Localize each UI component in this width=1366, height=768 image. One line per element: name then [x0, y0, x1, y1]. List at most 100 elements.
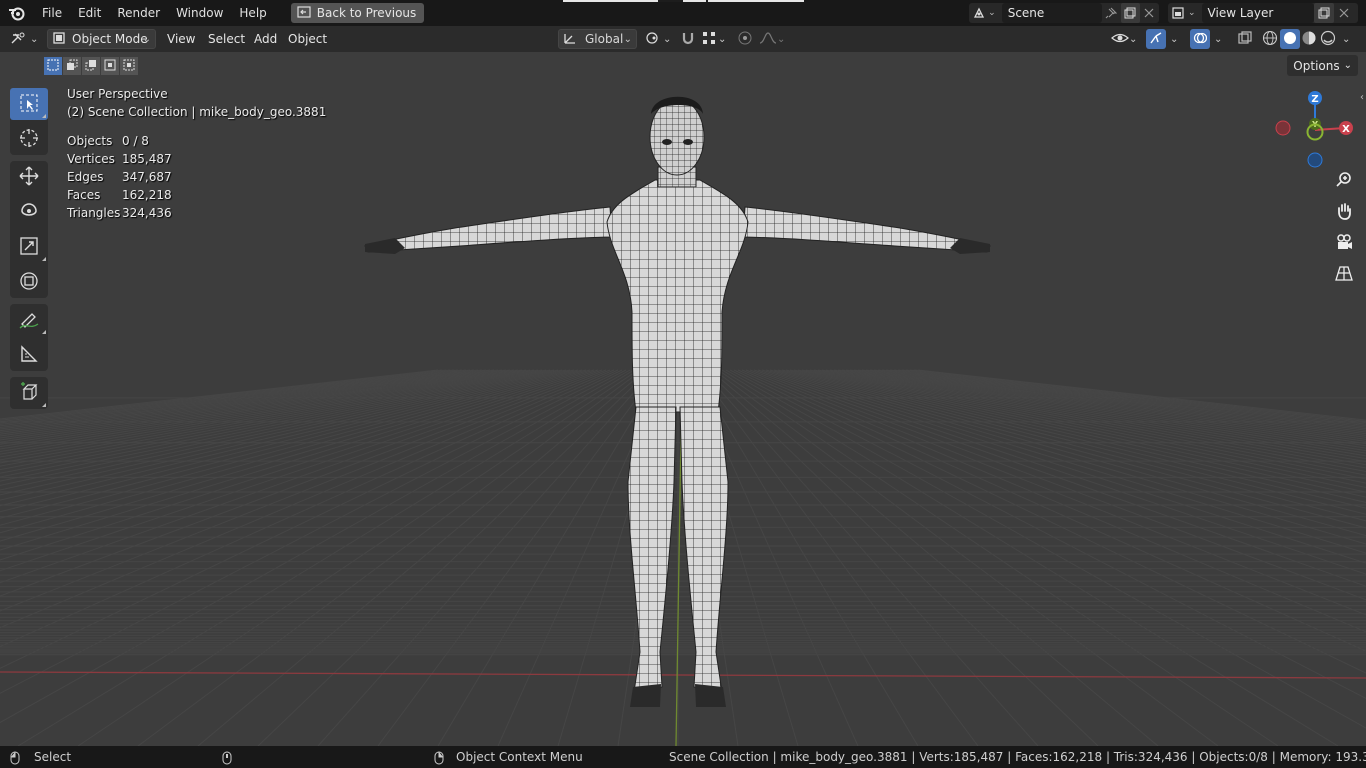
header-menu-view[interactable]: View [167, 26, 195, 52]
menu-window[interactable]: Window [168, 0, 231, 26]
viewport-grid [0, 96, 1366, 746]
stat-row: Triangles 324,436 [67, 204, 172, 222]
workspace-tabs-indicator[interactable] [563, 0, 804, 2]
grid-line [0, 369, 503, 448]
header-menu-object[interactable]: Object [288, 26, 327, 52]
scale-icon [18, 235, 40, 260]
chevron-down-icon[interactable]: ⌄ [1342, 29, 1350, 49]
close-scene-icon[interactable] [1140, 3, 1159, 23]
select-extend-mode[interactable] [63, 57, 81, 75]
chevron-down-icon: ⌄ [663, 33, 672, 45]
solid-sphere-icon [1283, 31, 1297, 48]
gizmo-neg-z[interactable] [1307, 152, 1323, 168]
select-invert-mode[interactable] [101, 57, 119, 75]
select-intersect-mode[interactable] [120, 57, 138, 75]
xray-toggle[interactable] [1237, 29, 1253, 49]
grid-line [697, 369, 979, 746]
wireframe-sphere-icon [1262, 30, 1278, 49]
grid-line [137, 369, 643, 746]
back-to-previous-button[interactable]: Back to Previous [290, 3, 425, 23]
stat-value: 185,487 [122, 152, 172, 166]
editor-type-selector[interactable]: ⌄ [10, 29, 38, 49]
status-context-menu: Object Context Menu [456, 750, 583, 764]
tool-variant-corner [42, 403, 46, 407]
object-mode-icon [52, 31, 66, 48]
proportional-falloff-selector[interactable]: ⌄ [759, 29, 785, 49]
chevron-down-icon[interactable]: ⌄ [1170, 29, 1178, 49]
chevron-down-icon[interactable]: ⌄ [1214, 29, 1222, 49]
cursor-tool[interactable] [10, 123, 48, 155]
header-menu-add[interactable]: Add [254, 26, 277, 52]
chevron-down-icon: ⌄ [623, 33, 632, 45]
x-axis-line [0, 671, 1366, 679]
menu-render[interactable]: Render [109, 0, 168, 26]
transform-tool[interactable] [10, 266, 48, 298]
header-menu-select[interactable]: Select [208, 26, 245, 52]
scene-name-field[interactable]: Scene [1001, 3, 1102, 23]
proportional-edit-toggle[interactable] [737, 29, 753, 49]
navigation-gizmo[interactable]: Z Y X [1270, 82, 1360, 172]
menu-file[interactable]: File [34, 0, 70, 26]
gizmo-toggle[interactable] [1146, 29, 1166, 49]
mode-label: Object Mode [72, 32, 148, 46]
annotate-tool[interactable] [10, 304, 48, 336]
rotate-tool[interactable] [10, 196, 48, 228]
options-dropdown[interactable]: Options ⌄ [1287, 55, 1358, 76]
view-layer-name-field[interactable]: View Layer [1201, 3, 1314, 23]
shading-solid[interactable] [1280, 29, 1300, 49]
menu-help[interactable]: Help [231, 0, 274, 26]
pivot-point-selector[interactable]: ⌄ [645, 29, 671, 49]
orientation-label: Global [585, 32, 624, 46]
material-sphere-icon [1301, 30, 1317, 49]
snap-toggle[interactable] [680, 29, 696, 49]
select-new-mode[interactable] [44, 57, 62, 75]
shading-rendered[interactable] [1320, 29, 1336, 49]
menu-edit[interactable]: Edit [70, 0, 109, 26]
sidebar-toggle-chevron-icon[interactable]: ‹ [1360, 92, 1364, 103]
magnet-icon [680, 30, 696, 49]
new-view-layer-icon[interactable] [1313, 3, 1334, 23]
mouse-middle-icon [222, 746, 232, 768]
add-cube-tool[interactable] [10, 377, 48, 409]
stat-value: 162,218 [122, 188, 172, 202]
active-collection-label: (2) Scene Collection | mike_body_geo.388… [67, 105, 327, 119]
annotate-pencil-icon [18, 308, 40, 333]
select-box-tool[interactable] [10, 88, 48, 120]
view-layer-selector[interactable]: ⌄ View Layer [1168, 3, 1358, 23]
select-subtract-mode[interactable] [82, 57, 100, 75]
view-navigation [1331, 168, 1357, 292]
close-view-layer-icon[interactable] [1334, 3, 1354, 23]
shading-wireframe[interactable] [1262, 29, 1278, 49]
measure-tool[interactable] [10, 339, 48, 371]
chevron-down-icon: ⌄ [988, 8, 996, 18]
chevron-down-icon: ⌄ [30, 33, 39, 45]
snap-target-selector[interactable]: ⌄ [702, 29, 726, 49]
pin-icon[interactable] [1102, 3, 1121, 23]
overlays-toggle[interactable] [1190, 29, 1210, 49]
new-scene-icon[interactable] [1120, 3, 1140, 23]
mouse-right-icon [434, 746, 444, 768]
scale-tool[interactable] [10, 231, 48, 263]
blender-logo-icon[interactable] [0, 0, 34, 26]
gizmo-neg-x[interactable] [1275, 120, 1291, 136]
perspective-toggle-button[interactable] [1331, 261, 1357, 287]
viewport-header: ⌄ Object Mode ⌄ View Select Add Object G… [0, 26, 1366, 52]
transform-orientation-dropdown[interactable]: Global ⌄ [558, 29, 637, 49]
grid-line [693, 369, 919, 746]
select-intersect-icon [123, 59, 135, 74]
mode-dropdown[interactable]: Object Mode ⌄ [47, 29, 156, 49]
stat-label: Vertices [67, 152, 115, 166]
pan-button[interactable] [1331, 199, 1357, 225]
visibility-selector[interactable]: ⌄ [1111, 29, 1137, 49]
measure-ruler-icon [18, 343, 40, 368]
zoom-button[interactable] [1331, 168, 1357, 194]
move-icon [18, 165, 40, 190]
workspace-tab-gap [658, 0, 683, 2]
camera-view-button[interactable] [1331, 230, 1357, 256]
grid-line [77, 369, 639, 746]
shading-material[interactable] [1301, 29, 1317, 49]
scene-selector[interactable]: ⌄ Scene [969, 3, 1159, 23]
move-tool[interactable] [10, 161, 48, 193]
3d-viewport[interactable]: User Perspective (2) Scene Collection | … [0, 52, 1366, 746]
chevron-down-icon: ⌄ [142, 33, 151, 45]
